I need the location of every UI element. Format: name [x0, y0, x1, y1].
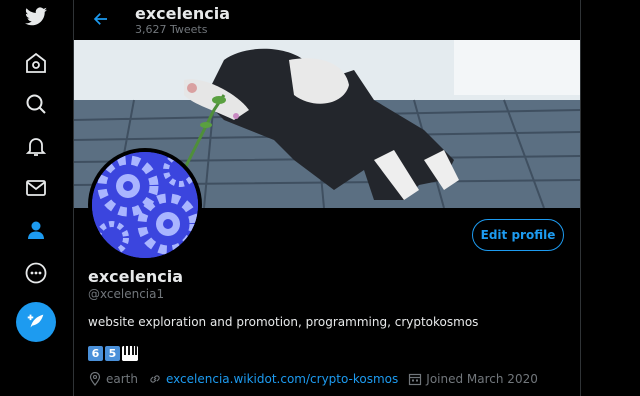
profile-meta: earth excelencia.wikidot.com/crypto-kosm…: [88, 372, 548, 386]
notifications-bell-icon[interactable]: [19, 129, 53, 163]
twitter-bird-icon[interactable]: [19, 0, 53, 34]
messages-envelope-icon[interactable]: [19, 171, 53, 205]
piano-keys-icon: [122, 346, 138, 361]
profile-name: excelencia: [88, 267, 183, 286]
tweet-count: 3,627 Tweets: [135, 23, 208, 36]
profile-joined-date: Joined March 2020: [426, 372, 538, 386]
explore-icon[interactable]: [19, 87, 53, 121]
keycap-six-emoji: 6: [88, 346, 103, 361]
profile-column: excelencia 3,627 Tweets Edit profile exc…: [73, 0, 581, 396]
location-pin-icon: [88, 372, 102, 386]
home-icon[interactable]: [19, 46, 53, 80]
edit-profile-button[interactable]: Edit profile: [472, 219, 564, 251]
profile-bio: website exploration and promotion, progr…: [88, 315, 479, 329]
back-arrow-icon[interactable]: [90, 8, 112, 30]
avatar[interactable]: [88, 148, 202, 262]
more-icon[interactable]: [19, 256, 53, 290]
compose-tweet-button[interactable]: [16, 302, 56, 342]
keycap-five-emoji: 5: [105, 346, 120, 361]
bio-emoji-row: 6 5: [88, 346, 138, 361]
profile-website-link[interactable]: excelencia.wikidot.com/crypto-kosmos: [166, 372, 398, 386]
profile-header: excelencia 3,627 Tweets: [74, 0, 580, 40]
sidebar-nav: [0, 0, 73, 396]
calendar-icon: [408, 372, 422, 386]
profile-handle: @xcelencia1: [88, 287, 165, 301]
profile-location: earth: [106, 372, 138, 386]
compose-tweet-icon: [27, 314, 44, 328]
profile-person-icon[interactable]: [19, 213, 53, 247]
link-icon: [148, 372, 162, 386]
page-title: excelencia: [135, 4, 230, 23]
